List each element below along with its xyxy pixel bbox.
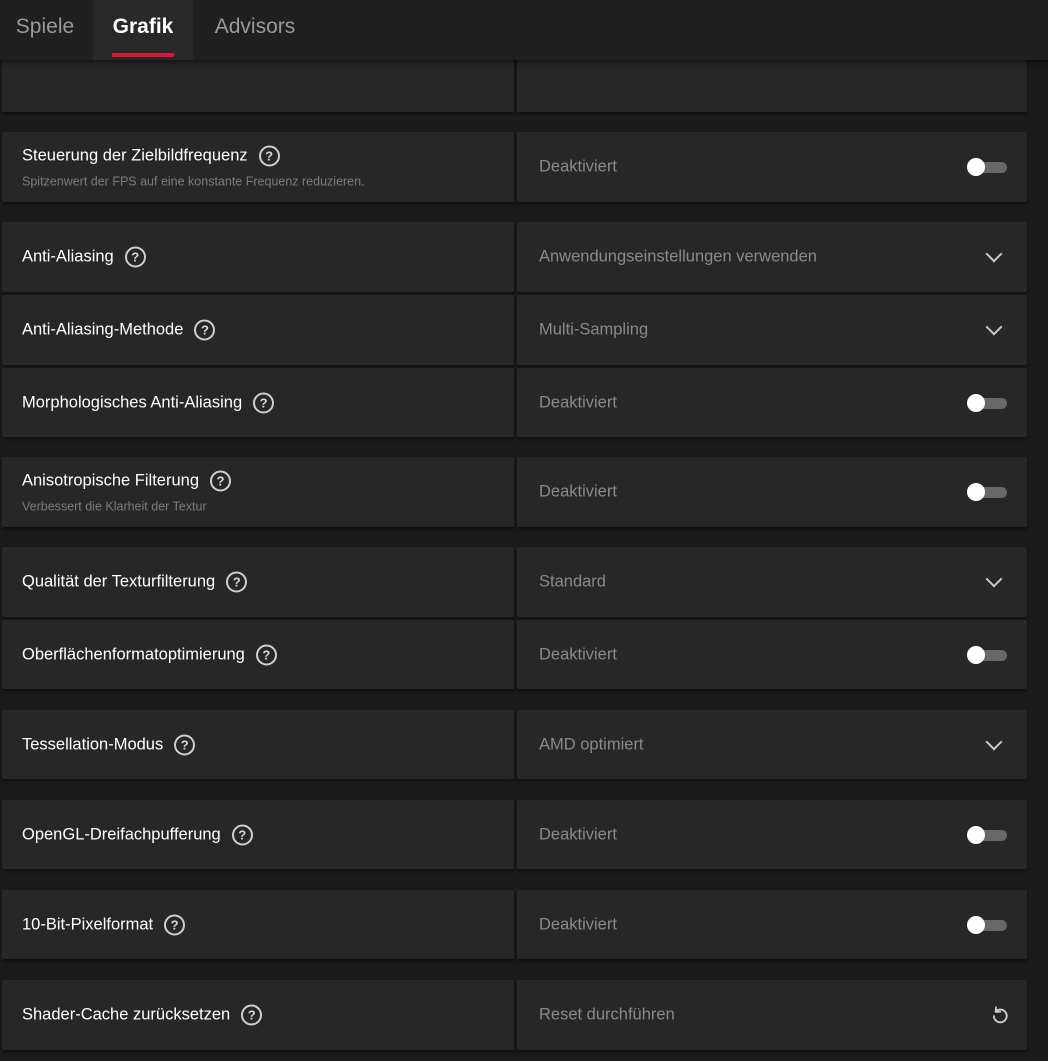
chevron-down-icon[interactable] xyxy=(985,318,1003,336)
help-icon[interactable]: ? xyxy=(231,824,253,845)
toggle-switch[interactable] xyxy=(967,483,1007,501)
setting-label: Anti-Aliasing-Methode xyxy=(22,320,184,339)
toggle-knob xyxy=(967,915,985,934)
toggle-knob xyxy=(967,645,985,664)
setting-label-cell: Qualität der Texturfilterung? xyxy=(2,547,514,617)
setting-label-cell: Oberflächenformatoptimierung? xyxy=(2,620,514,689)
setting-value-dropdown[interactable]: Anwendungseinstellungen verwenden xyxy=(517,222,1027,292)
toggle-switch[interactable] xyxy=(967,825,1007,844)
setting-label-cell: Tessellation-Modus? xyxy=(2,710,514,779)
setting-value-cell[interactable]: Deaktiviert xyxy=(517,890,1027,959)
setting-label-cell: Anti-Aliasing? xyxy=(2,222,514,292)
setting-row-target-frame-rate: Steuerung der Zielbildfrequenz? Spitzenw… xyxy=(2,132,1027,202)
top-navigation-bar: Spiele Grafik Advisors xyxy=(0,0,1048,60)
setting-row-shader-cache-reset: Shader-Cache zurücksetzen? Reset durchfü… xyxy=(2,980,1027,1050)
reset-action-cell[interactable]: Reset durchführen xyxy=(517,980,1027,1050)
setting-row-morphological-aa: Morphologisches Anti-Aliasing? Deaktivie… xyxy=(2,368,1027,437)
setting-label-cell: Steuerung der Zielbildfrequenz? Spitzenw… xyxy=(2,132,514,202)
setting-value: Reset durchführen xyxy=(539,1005,675,1024)
setting-row-texture-filtering-quality: Qualität der Texturfilterung? Standard xyxy=(2,547,1027,617)
help-icon[interactable]: ? xyxy=(164,914,186,935)
setting-value-dropdown[interactable]: Multi-Sampling xyxy=(517,295,1027,365)
toggle-knob xyxy=(967,393,985,412)
setting-value-cell[interactable]: Deaktiviert xyxy=(517,457,1027,527)
setting-value-cell[interactable]: Deaktiviert xyxy=(517,620,1027,689)
setting-description: Verbessert die Klarheit der Textur xyxy=(22,499,207,514)
help-icon[interactable]: ? xyxy=(124,246,146,268)
settings-list[interactable]: Steuerung der Zielbildfrequenz? Spitzenw… xyxy=(0,60,1048,1061)
help-icon[interactable]: ? xyxy=(210,470,232,492)
setting-value-cell[interactable]: Deaktiviert xyxy=(517,800,1027,869)
setting-label: Shader-Cache zurücksetzen xyxy=(22,1005,231,1024)
chevron-down-icon[interactable] xyxy=(985,245,1003,263)
setting-value: Deaktiviert xyxy=(539,825,617,843)
setting-label: Steuerung der Zielbildfrequenz xyxy=(22,146,248,165)
setting-label: Oberflächenformatoptimierung xyxy=(22,645,245,663)
setting-label: Morphologisches Anti-Aliasing xyxy=(22,393,243,411)
setting-value: Deaktiviert xyxy=(539,915,617,933)
setting-value: Deaktiviert xyxy=(539,482,617,501)
help-icon[interactable]: ? xyxy=(258,145,280,167)
setting-value: Anwendungseinstellungen verwenden xyxy=(539,247,817,266)
setting-row-partial xyxy=(2,60,1027,112)
setting-value-dropdown[interactable]: Standard xyxy=(517,547,1027,617)
setting-value-cell[interactable]: Deaktiviert xyxy=(517,368,1027,437)
setting-label: Anti-Aliasing xyxy=(22,247,114,266)
tab-advisors[interactable]: Advisors xyxy=(200,0,310,60)
tab-label: Grafik xyxy=(112,15,174,38)
setting-label: Anisotropische Filterung xyxy=(22,471,200,490)
active-tab-indicator xyxy=(112,53,174,57)
setting-value: Deaktiviert xyxy=(539,645,617,663)
toggle-knob xyxy=(967,158,985,176)
setting-label-cell: OpenGL-Dreifachpufferung? xyxy=(2,800,514,869)
setting-label-cell: Shader-Cache zurücksetzen? xyxy=(2,980,514,1050)
setting-value: Deaktiviert xyxy=(539,157,617,176)
setting-label-cell: Anti-Aliasing-Methode? xyxy=(2,295,514,365)
setting-row-surface-format-optimization: Oberflächenformatoptimierung? Deaktivier… xyxy=(2,620,1027,689)
chevron-down-icon[interactable] xyxy=(985,733,1003,750)
chevron-down-icon[interactable] xyxy=(985,570,1003,588)
setting-value: AMD optimiert xyxy=(539,735,644,753)
setting-label: 10-Bit-Pixelformat xyxy=(22,915,154,933)
help-icon[interactable]: ? xyxy=(226,571,248,593)
toggle-switch[interactable] xyxy=(967,393,1007,412)
setting-value: Deaktiviert xyxy=(539,393,617,411)
reset-icon[interactable] xyxy=(989,1004,1011,1026)
setting-label: Qualität der Texturfilterung xyxy=(22,572,216,591)
toggle-switch[interactable] xyxy=(967,158,1007,176)
setting-value: Standard xyxy=(539,572,606,591)
toggle-knob xyxy=(967,825,985,844)
tab-label: Spiele xyxy=(15,15,75,38)
tab-label: Advisors xyxy=(214,15,296,38)
help-icon[interactable]: ? xyxy=(255,644,277,665)
setting-value-cell[interactable]: Deaktiviert xyxy=(517,132,1027,202)
setting-description: Spitzenwert der FPS auf eine konstante F… xyxy=(22,174,365,189)
setting-label-cell: 10-Bit-Pixelformat? xyxy=(2,890,514,959)
setting-label-cell: Morphologisches Anti-Aliasing? xyxy=(2,368,514,437)
toggle-switch[interactable] xyxy=(967,915,1007,934)
setting-row-anti-aliasing-method: Anti-Aliasing-Methode? Multi-Sampling xyxy=(2,295,1027,365)
tab-spiele[interactable]: Spiele xyxy=(0,0,90,60)
help-icon[interactable]: ? xyxy=(241,1004,263,1026)
help-icon[interactable]: ? xyxy=(253,392,275,413)
toggle-switch[interactable] xyxy=(967,645,1007,664)
setting-row-tessellation-mode: Tessellation-Modus? AMD optimiert xyxy=(2,710,1027,779)
setting-label: OpenGL-Dreifachpufferung xyxy=(22,825,221,843)
setting-row-anisotropic-filtering: Anisotropische Filterung? Verbessert die… xyxy=(2,457,1027,527)
help-icon[interactable]: ? xyxy=(194,319,216,341)
setting-value-cell[interactable] xyxy=(517,60,1027,112)
setting-value-dropdown[interactable]: AMD optimiert xyxy=(517,710,1027,779)
setting-row-anti-aliasing: Anti-Aliasing? Anwendungseinstellungen v… xyxy=(2,222,1027,292)
setting-label: Tessellation-Modus xyxy=(22,735,164,753)
setting-label-cell: Anisotropische Filterung? Verbessert die… xyxy=(2,457,514,527)
toggle-knob xyxy=(967,483,985,501)
setting-row-10-bit-pixel-format: 10-Bit-Pixelformat? Deaktiviert xyxy=(2,890,1027,959)
setting-value: Multi-Sampling xyxy=(539,320,649,339)
setting-label-cell xyxy=(2,60,514,112)
tab-grafik[interactable]: Grafik xyxy=(93,0,193,60)
help-icon[interactable]: ? xyxy=(174,734,196,755)
setting-row-opengl-triple-buffering: OpenGL-Dreifachpufferung? Deaktiviert xyxy=(2,800,1027,869)
